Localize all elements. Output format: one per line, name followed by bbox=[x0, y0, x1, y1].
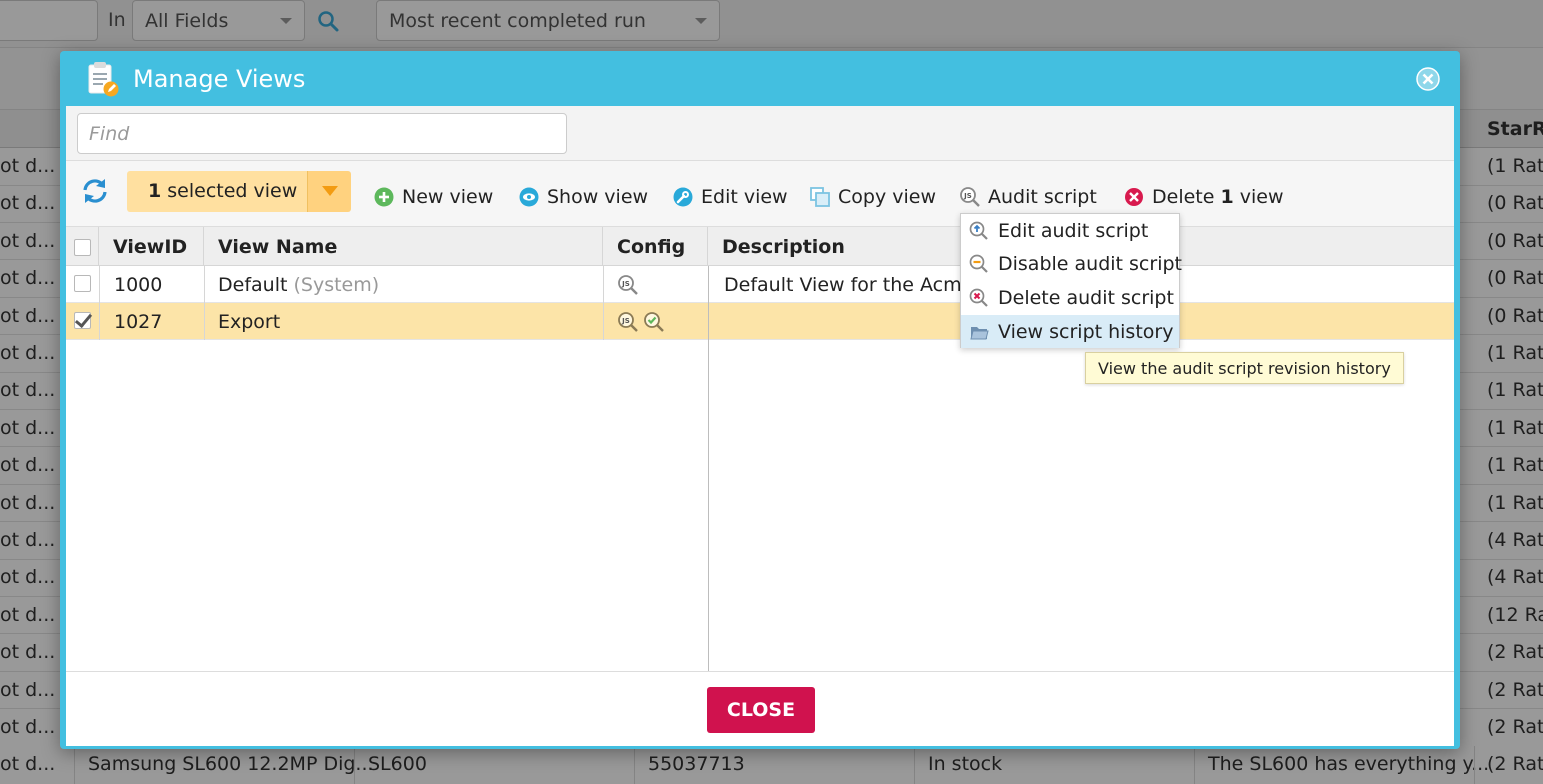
refresh-icon[interactable] bbox=[81, 177, 109, 205]
delete-prefix: Delete bbox=[1152, 186, 1221, 208]
views-toolbar: 1 selected view New view Show view Edit … bbox=[66, 161, 1454, 227]
delete-view-label: Delete 1 view bbox=[1152, 186, 1284, 208]
selected-label: selected view bbox=[161, 180, 298, 202]
select-all-cell bbox=[66, 227, 99, 266]
table-row-selected[interactable]: 1027 Export JS bbox=[66, 303, 1454, 340]
delete-view-button[interactable]: Delete 1 view bbox=[1123, 183, 1284, 211]
views-table-header: ViewID View Name Config Description bbox=[66, 227, 1454, 266]
find-input[interactable] bbox=[77, 113, 567, 154]
menu-item-view-script-history[interactable]: View script history bbox=[961, 315, 1179, 348]
column-header-view-name[interactable]: View Name bbox=[204, 227, 603, 266]
column-header-label: Config bbox=[617, 236, 686, 258]
svg-text:JS: JS bbox=[621, 280, 630, 288]
dialog-titlebar[interactable]: Manage Views bbox=[60, 51, 1460, 106]
js-audit-icon: JS bbox=[960, 187, 980, 207]
view-id-cell: 1000 bbox=[114, 274, 163, 296]
dialog-body: 1 selected view New view Show bbox=[66, 106, 1454, 746]
audit-script-menu: Edit audit script Disable audit script D… bbox=[960, 213, 1182, 348]
column-divider bbox=[99, 266, 100, 340]
svg-text:JS: JS bbox=[963, 192, 972, 200]
menu-item-label: Delete audit script bbox=[998, 286, 1174, 309]
edit-audit-icon bbox=[969, 221, 988, 240]
close-icon[interactable] bbox=[1416, 67, 1440, 91]
manage-views-dialog: Manage Views 1 selected view bbox=[60, 51, 1460, 749]
selected-views-dropdown[interactable] bbox=[307, 171, 351, 212]
row-checkbox[interactable] bbox=[74, 275, 91, 292]
caret-down-icon bbox=[322, 186, 338, 196]
column-header-label: View Name bbox=[218, 236, 338, 258]
menu-tooltip: View the audit script revision history bbox=[1085, 352, 1404, 384]
column-header-config[interactable]: Config bbox=[603, 227, 708, 266]
menu-item-disable-audit-script[interactable]: Disable audit script bbox=[961, 247, 1182, 280]
close-button[interactable]: CLOSE bbox=[707, 687, 815, 733]
delete-count: 1 bbox=[1220, 186, 1234, 208]
select-all-checkbox[interactable] bbox=[74, 239, 91, 256]
delete-audit-icon bbox=[969, 288, 988, 307]
delete-icon bbox=[1125, 188, 1143, 206]
menu-item-label: Edit audit script bbox=[998, 219, 1149, 242]
wrench-icon bbox=[673, 187, 693, 207]
table-row[interactable]: 1000 Default (System) JS Default View fo… bbox=[66, 266, 1454, 303]
selected-views-button[interactable]: 1 selected view bbox=[127, 171, 307, 212]
column-header-label: ViewID bbox=[113, 236, 188, 258]
edit-view-button[interactable]: Edit view bbox=[672, 183, 788, 211]
menu-item-label: Disable audit script bbox=[998, 252, 1182, 275]
js-audit-icon[interactable]: JS bbox=[617, 274, 639, 296]
new-view-button[interactable]: New view bbox=[373, 183, 493, 211]
dialog-footer: CLOSE bbox=[66, 671, 1454, 746]
column-header-viewid[interactable]: ViewID bbox=[99, 227, 204, 266]
show-view-button[interactable]: Show view bbox=[518, 183, 648, 211]
edit-view-label: Edit view bbox=[701, 186, 788, 208]
view-name-cell: Default (System) bbox=[218, 274, 379, 296]
column-divider bbox=[603, 266, 604, 340]
menu-item-label: View script history bbox=[998, 320, 1174, 343]
view-id-cell: 1027 bbox=[114, 311, 163, 333]
find-bar bbox=[66, 106, 1454, 161]
eye-icon bbox=[519, 187, 539, 207]
disable-audit-icon bbox=[969, 254, 988, 273]
system-tag: (System) bbox=[293, 274, 380, 296]
description-cell: Default View for the AcmeCa bbox=[724, 274, 999, 296]
new-view-label: New view bbox=[402, 186, 494, 208]
plus-circle-icon bbox=[374, 187, 394, 207]
row-checkbox-checked[interactable] bbox=[74, 312, 91, 329]
view-name: Default bbox=[218, 274, 288, 296]
show-view-label: Show view bbox=[547, 186, 649, 208]
copy-view-button[interactable]: Copy view bbox=[809, 183, 936, 211]
audit-enabled-check-icon[interactable] bbox=[643, 311, 665, 333]
view-name-cell: Export bbox=[218, 311, 281, 333]
js-audit-icon[interactable]: JS bbox=[617, 311, 639, 333]
copy-view-label: Copy view bbox=[838, 186, 936, 208]
audit-script-button[interactable]: JS Audit script bbox=[959, 183, 1097, 211]
selected-count: 1 bbox=[148, 180, 162, 202]
svg-text:JS: JS bbox=[621, 317, 630, 325]
column-divider bbox=[204, 266, 205, 340]
column-header-label: Description bbox=[722, 236, 845, 258]
manage-views-logo-icon bbox=[88, 62, 119, 97]
pane-divider[interactable] bbox=[708, 266, 709, 671]
copy-icon bbox=[810, 187, 830, 207]
audit-script-label: Audit script bbox=[988, 186, 1097, 208]
menu-item-edit-audit-script[interactable]: Edit audit script bbox=[961, 214, 1179, 247]
dialog-title: Manage Views bbox=[133, 65, 306, 93]
delete-suffix: view bbox=[1233, 186, 1284, 208]
history-folder-icon bbox=[970, 326, 989, 339]
menu-item-delete-audit-script[interactable]: Delete audit script bbox=[961, 281, 1179, 314]
